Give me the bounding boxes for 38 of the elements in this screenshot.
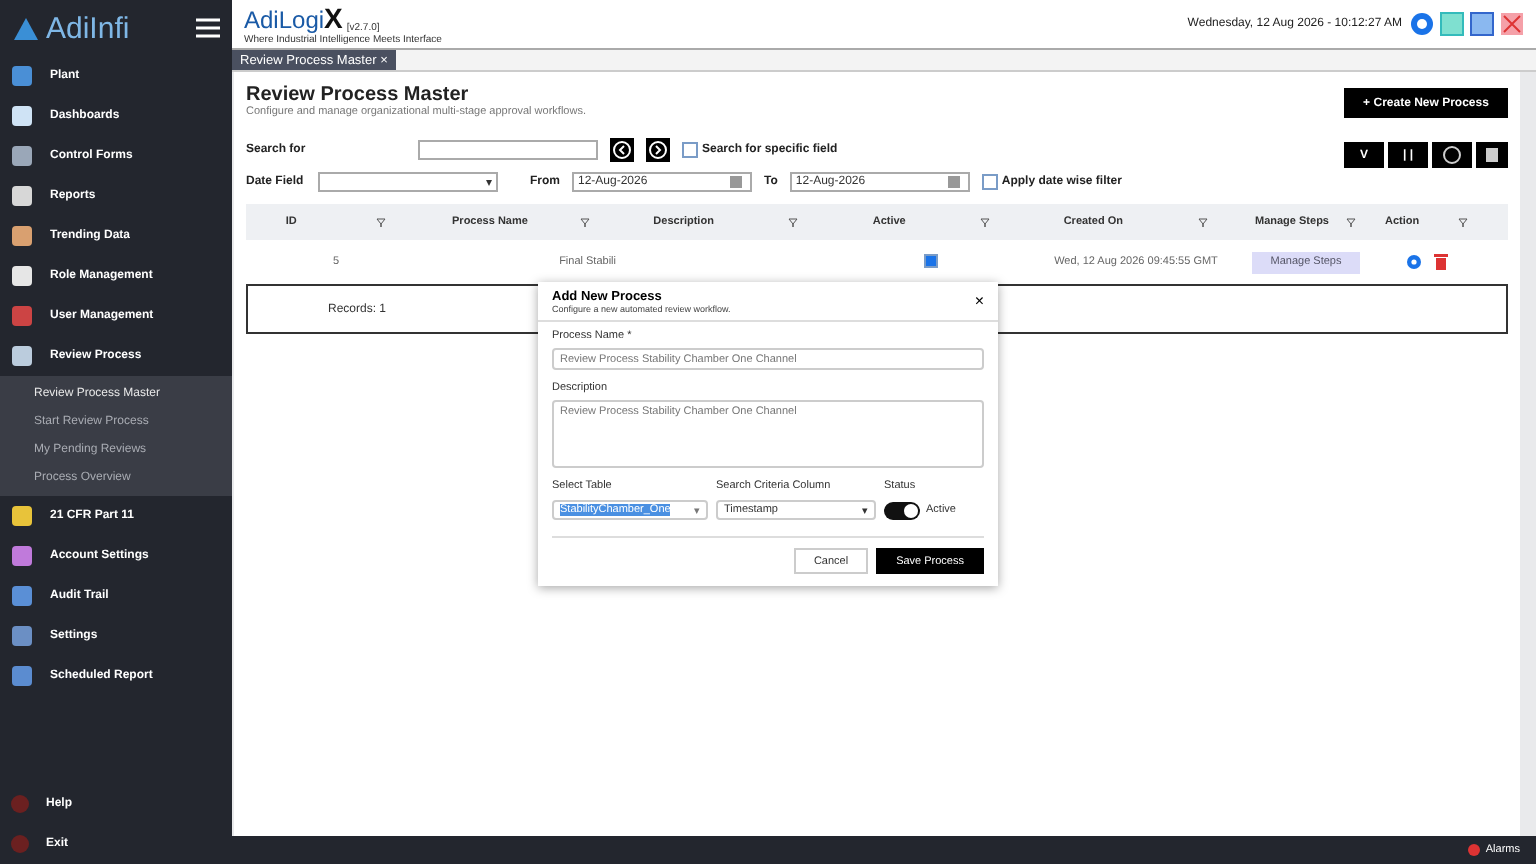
checkbox[interactable]	[981, 174, 998, 190]
alarm-icon[interactable]	[1467, 844, 1480, 856]
active-checkbox[interactable]	[924, 253, 938, 267]
module-icon	[10, 64, 34, 88]
trash-icon[interactable]	[1433, 254, 1447, 270]
toggle-knob	[904, 503, 918, 517]
filter-icon[interactable]	[1198, 217, 1209, 227]
menu-icon[interactable]	[196, 18, 220, 38]
module-icon	[10, 624, 34, 648]
filter-icon[interactable]	[1457, 217, 1468, 227]
next-icon[interactable]	[646, 137, 670, 161]
module-icon	[10, 104, 34, 128]
module-icon	[10, 264, 34, 288]
filter-icon[interactable]	[1346, 217, 1357, 227]
module-icon	[10, 544, 34, 568]
filter-icon[interactable]	[979, 217, 990, 227]
filter-icon[interactable]	[579, 217, 590, 227]
module-icon	[10, 664, 34, 688]
page-title: Review Process Master	[246, 84, 471, 106]
module-icon	[10, 584, 34, 608]
filter-icon[interactable]	[788, 217, 799, 227]
module-icon	[10, 344, 34, 368]
module-icon	[10, 144, 34, 168]
module-icon	[10, 224, 34, 248]
previous-icon[interactable]	[610, 137, 634, 161]
filter-icon[interactable]	[376, 217, 387, 227]
search-field[interactable]	[418, 139, 598, 159]
module-icon	[10, 504, 34, 528]
logo-text: AdiInfi	[46, 11, 130, 45]
module-icon	[10, 184, 34, 208]
checkbox[interactable]	[682, 141, 698, 157]
module-icon	[10, 304, 34, 328]
logo-icon	[12, 14, 40, 42]
status-toggle[interactable]	[884, 501, 920, 519]
close-button[interactable]: ×	[974, 292, 984, 310]
app-name: AdiLogiX	[244, 2, 343, 34]
close-icon[interactable]	[1500, 12, 1524, 36]
maximize-icon[interactable]	[1470, 12, 1494, 36]
